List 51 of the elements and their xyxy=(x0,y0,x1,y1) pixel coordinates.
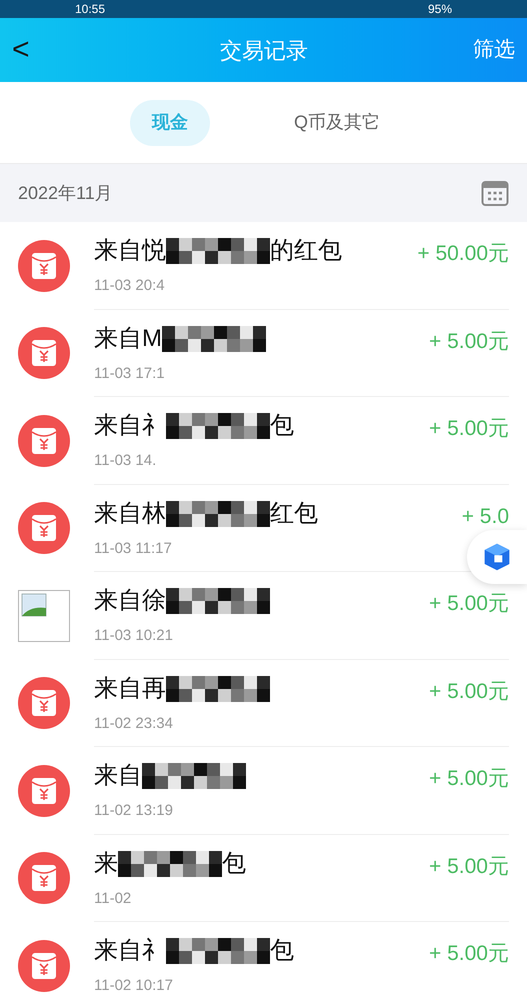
back-button[interactable]: < xyxy=(12,35,52,65)
floating-button[interactable] xyxy=(467,530,527,584)
transaction-title: 来自林 xyxy=(94,498,166,528)
transaction-time: 11-03 17:1 xyxy=(94,364,166,384)
cube-icon xyxy=(482,542,512,572)
tab[interactable]: Q币及其它 xyxy=(272,100,402,146)
envelope-icon xyxy=(18,240,70,292)
transaction-title: 的红包 xyxy=(270,236,342,266)
envelope-icon xyxy=(18,764,70,817)
battery-text: 95% xyxy=(428,3,452,15)
transaction-time: 11-02 xyxy=(94,888,132,908)
transaction-time: 11-03 10:21 xyxy=(94,626,174,646)
transaction-title: 来自礻 xyxy=(94,411,166,441)
transaction-time: 11-03 14. xyxy=(94,451,158,471)
transaction-time: 11-02 23:34 xyxy=(94,714,174,734)
transaction-title: 来自悦 xyxy=(94,236,166,266)
envelope-icon xyxy=(18,677,70,730)
clock-text: 10:55 xyxy=(75,3,106,15)
broken-image-icon xyxy=(18,590,70,642)
calendar-icon[interactable] xyxy=(481,179,509,207)
transaction-time: 11-02 13:19 xyxy=(94,801,174,821)
transaction-title: 来自 xyxy=(94,761,142,791)
transaction-amount: + 5.00元 xyxy=(429,854,509,880)
transaction-title: 来自徐 xyxy=(94,586,166,616)
envelope-icon xyxy=(18,502,70,554)
transaction-amount: + 5.00元 xyxy=(429,591,509,617)
transaction-title: 来自礻 xyxy=(94,936,166,966)
transaction-title: 红包 xyxy=(270,498,318,528)
transaction-title: 来自M xyxy=(94,324,162,354)
envelope-icon xyxy=(18,852,70,904)
transaction-amount: + 5.0 xyxy=(462,504,509,530)
transaction-title: 来自再 xyxy=(94,674,166,704)
transaction-amount: + 5.00元 xyxy=(429,941,509,967)
transaction-time: 11-03 11:17 xyxy=(94,538,173,558)
transaction-title: 包 xyxy=(270,411,294,441)
transaction-time: 11-03 20:4 xyxy=(94,276,166,296)
transaction-title: 包 xyxy=(222,848,246,878)
transaction-title: 包 xyxy=(270,936,294,966)
transaction-time: 11-02 10:17 xyxy=(94,976,174,996)
envelope-icon xyxy=(18,327,70,380)
transaction-amount: + 5.00元 xyxy=(429,766,509,792)
envelope-icon xyxy=(18,940,70,992)
transaction-amount: + 5.00元 xyxy=(429,328,509,354)
transaction-amount: + 5.00元 xyxy=(429,416,509,442)
filter-button[interactable]: 筛选 xyxy=(473,34,515,66)
transaction-title: 来 xyxy=(94,848,118,878)
transaction-amount: + 50.00元 xyxy=(417,241,509,267)
envelope-icon xyxy=(18,414,70,467)
transaction-amount: + 5.00元 xyxy=(429,678,509,704)
page-title: 交易记录 xyxy=(220,36,308,64)
month-label: 2022年11月 xyxy=(18,182,113,204)
